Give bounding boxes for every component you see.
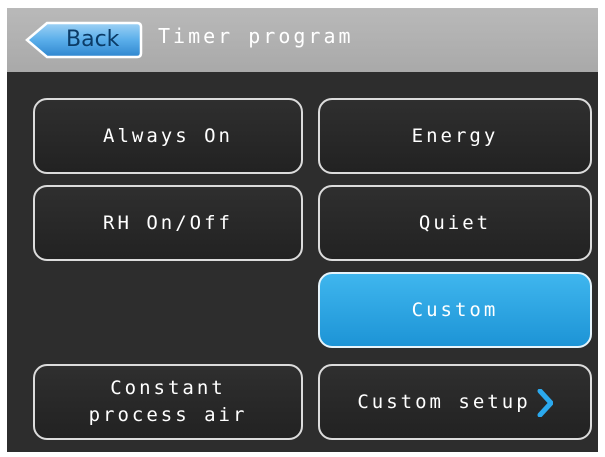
screen: Back Timer program Always On Energy RH O…	[7, 8, 598, 452]
always-on-button[interactable]: Always On	[33, 98, 303, 174]
constant-process-air-line2: process air	[88, 404, 248, 426]
constant-process-air-label: Constant process air	[89, 375, 248, 429]
constant-process-air-line1: Constant	[110, 377, 226, 399]
quiet-button[interactable]: Quiet	[318, 185, 592, 261]
page-title: Timer program	[158, 24, 354, 48]
header-bar: Back Timer program	[7, 8, 598, 72]
constant-process-air-button[interactable]: Constant process air	[33, 364, 303, 440]
energy-button[interactable]: Energy	[318, 98, 592, 174]
custom-button[interactable]: Custom	[318, 272, 592, 348]
back-button[interactable]: Back	[25, 21, 143, 59]
quiet-label: Quiet	[418, 211, 492, 234]
rh-on-off-button[interactable]: RH On/Off	[33, 185, 303, 261]
back-button-label: Back	[66, 27, 120, 52]
always-on-label: Always On	[103, 124, 233, 147]
rh-on-off-label: RH On/Off	[103, 211, 233, 234]
energy-label: Energy	[411, 124, 499, 147]
custom-label: Custom	[411, 298, 499, 321]
custom-setup-label: Custom setup	[357, 390, 531, 413]
custom-setup-button[interactable]: Custom setup	[318, 364, 592, 440]
chevron-right-icon	[537, 389, 553, 417]
